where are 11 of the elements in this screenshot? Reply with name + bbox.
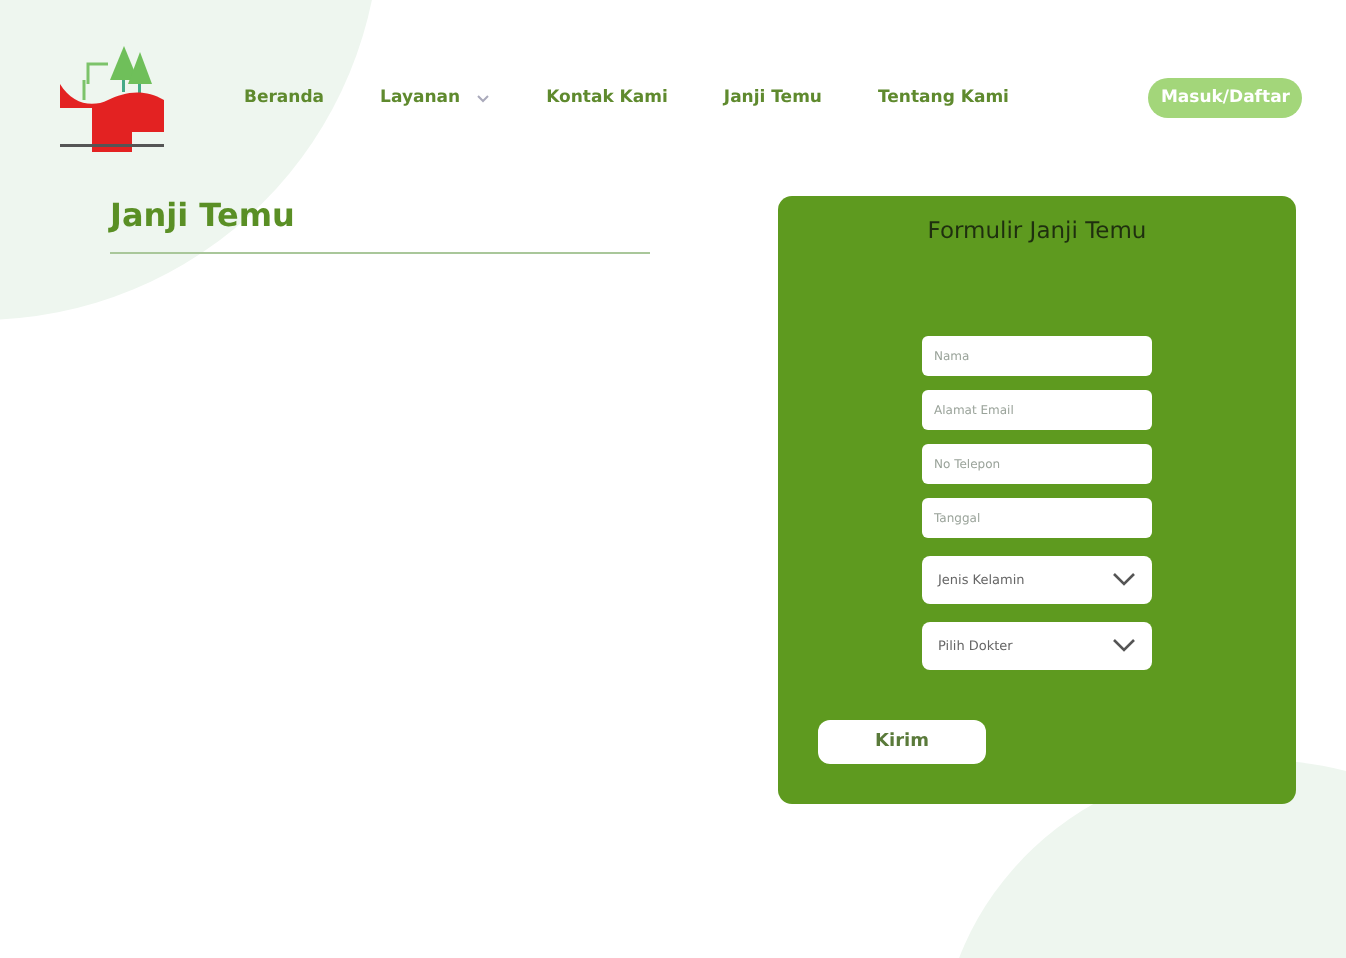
nav-link[interactable]: Beranda <box>244 88 325 108</box>
nav-link[interactable]: Tentang Kami <box>878 88 1009 108</box>
nav-link[interactable]: Kontak Kami <box>546 88 668 108</box>
submit-button[interactable]: Kirim <box>818 720 986 764</box>
form-title: Formulir Janji Temu <box>927 216 1147 244</box>
page-title: Janji Temu <box>110 196 650 254</box>
chevron-down-icon <box>1112 638 1136 654</box>
chevron-down-icon <box>1112 572 1136 588</box>
nav-link[interactable]: Layanan <box>380 88 491 108</box>
nav-link[interactable]: Janji Temu <box>723 88 822 108</box>
chevron-down-icon <box>476 93 491 103</box>
